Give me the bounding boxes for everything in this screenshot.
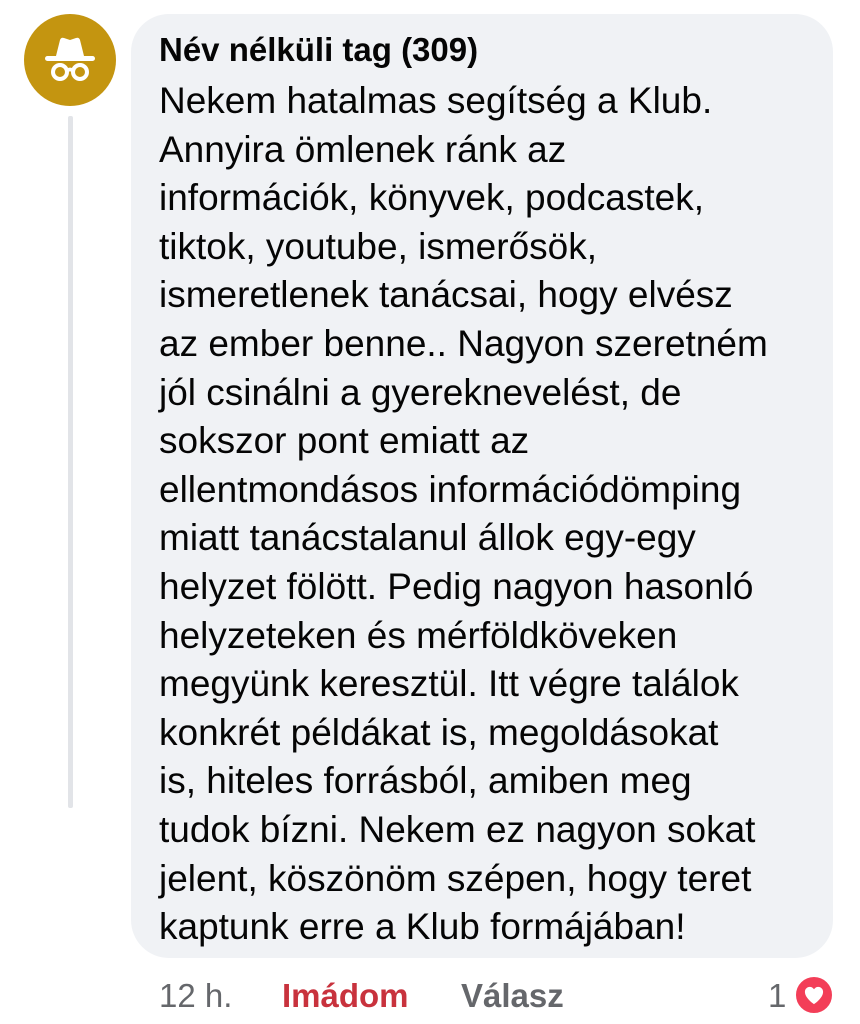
comment-bubble: Név nélküli tag (309) Nekem hatalmas seg… xyxy=(131,14,833,958)
reply-button[interactable]: Válasz xyxy=(461,976,564,1016)
comment-text: Nekem hatalmas segítség a Klub. Annyira … xyxy=(159,80,768,948)
love-reaction-button[interactable]: Imádom xyxy=(282,976,409,1016)
reaction-count[interactable]: 1 xyxy=(768,976,786,1016)
comment-actions: 12 h. Imádom Válasz 1 xyxy=(0,974,860,1018)
thread-line xyxy=(68,116,73,808)
comment-thread: Név nélküli tag (309) Nekem hatalmas seg… xyxy=(0,0,860,1024)
comment-author[interactable]: Név nélküli tag (309) xyxy=(159,28,807,72)
heart-icon[interactable] xyxy=(793,974,835,1016)
comment-timestamp[interactable]: 12 h. xyxy=(159,976,232,1016)
incognito-icon xyxy=(45,37,95,81)
avatar[interactable] xyxy=(24,14,116,106)
